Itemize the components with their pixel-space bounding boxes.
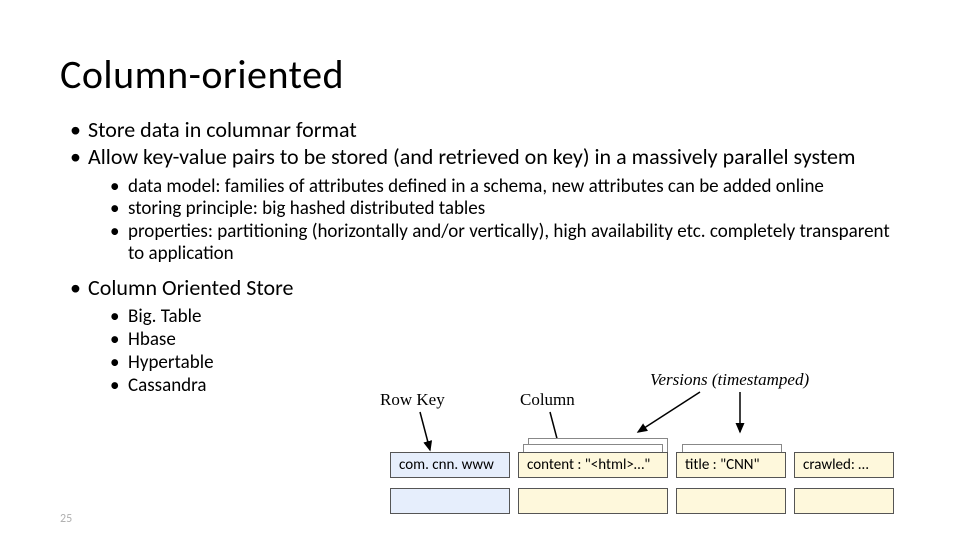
- sub-bullet-item: properties: partitioning (horizontally a…: [128, 221, 900, 265]
- column-box: content : "<html>…": [518, 452, 668, 478]
- column-box-blank: [676, 488, 786, 514]
- sub-bullet-item: Hbase: [128, 329, 900, 351]
- slide: Column-oriented Store data in columnar f…: [0, 0, 960, 540]
- sub-bullet-list: data model: families of attributes defin…: [88, 176, 900, 265]
- bullet-list: Store data in columnar format Allow key-…: [60, 117, 900, 397]
- column-box: title : "CNN": [676, 452, 786, 478]
- rowkey-box: com. cnn. www: [390, 452, 510, 478]
- bullet-item: Column Oriented Store: [88, 275, 900, 300]
- bullet-item: Store data in columnar format: [88, 117, 900, 142]
- bullet-item: Allow key-value pairs to be stored (and …: [88, 144, 900, 169]
- sub-bullet-item: storing principle: big hashed distribute…: [128, 198, 900, 220]
- column-box-blank: [518, 488, 668, 514]
- slide-title: Column-oriented: [60, 50, 900, 99]
- sub-bullet-item: data model: families of attributes defin…: [128, 176, 900, 198]
- page-number: 25: [60, 512, 72, 526]
- column-box: crawled: …: [794, 452, 894, 478]
- data-model-diagram: Row Key Column Versions (timestamped) co…: [370, 370, 950, 540]
- rowkey-box-blank: [390, 488, 510, 514]
- sub-bullet-item: Big. Table: [128, 306, 900, 328]
- column-box-blank: [794, 488, 894, 514]
